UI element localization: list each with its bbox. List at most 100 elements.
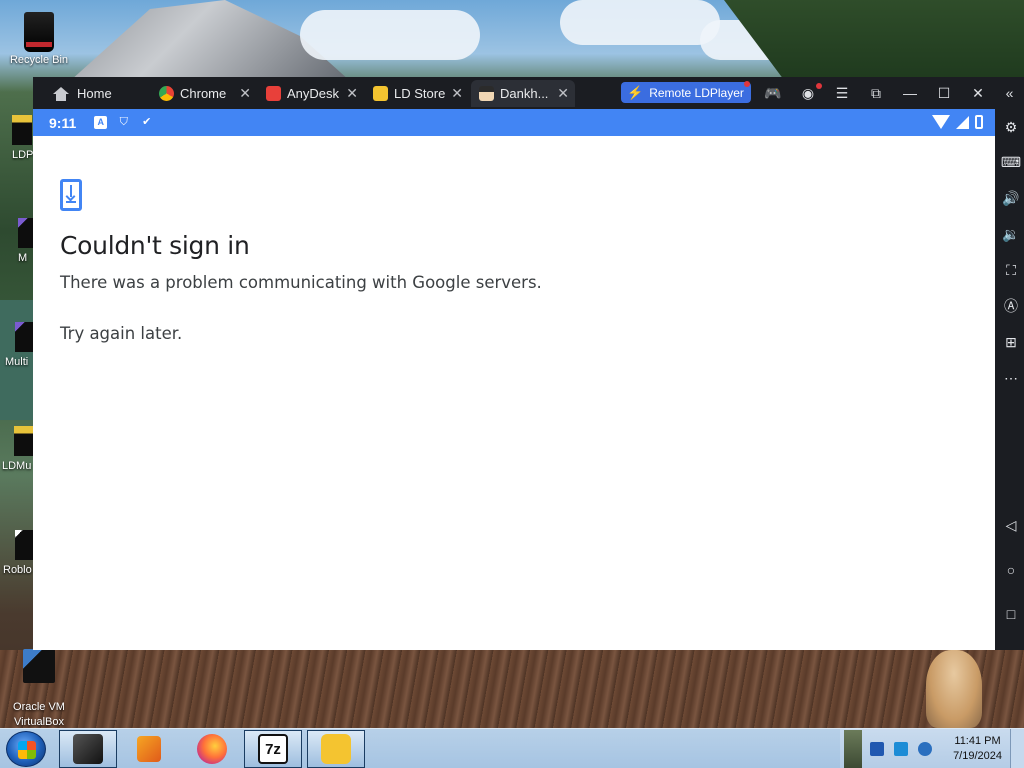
maximize-icon[interactable]: ☐ bbox=[933, 83, 955, 103]
volume-up-icon[interactable]: 🔊 bbox=[1001, 188, 1021, 208]
signal-icon bbox=[956, 115, 969, 129]
close-icon[interactable]: ✕ bbox=[557, 85, 569, 102]
tab-ld-store[interactable]: LD Store ✕ bbox=[365, 80, 469, 107]
tab-home[interactable]: Home bbox=[45, 80, 145, 107]
tray-overflow-icon[interactable] bbox=[844, 730, 862, 768]
sign-in-error: Couldn't sign in There was a problem com… bbox=[60, 179, 542, 343]
add-apk-icon[interactable]: ⊞ bbox=[1001, 332, 1021, 352]
volume-icon[interactable] bbox=[918, 742, 932, 756]
desktop-icon-label: Recycle Bin bbox=[9, 54, 69, 66]
ldplayer-sidebar: ⚙ ⌨ 🔊 🔉 ⛶ Ⓐ ⊞ ⋯ ◁ ○ □ bbox=[995, 109, 1024, 650]
cloud-decoration bbox=[300, 10, 480, 60]
doge-sticker bbox=[926, 650, 982, 728]
recents-icon[interactable]: □ bbox=[1001, 604, 1021, 624]
keyboard-icon[interactable]: ⌨ bbox=[1001, 152, 1021, 172]
7zip-icon: 7z bbox=[258, 734, 288, 764]
desktop-icon-label: Roblo bbox=[3, 564, 32, 576]
close-icon[interactable]: ✕ bbox=[239, 85, 251, 102]
chrome-icon bbox=[159, 86, 174, 101]
wood-deck-decoration bbox=[0, 650, 1024, 730]
windows-taskbar: 7z 11:41 PM 7/19/2024 bbox=[0, 728, 1024, 768]
clock-time: 11:41 PM bbox=[954, 735, 1001, 747]
desktop-icon-ldmu[interactable]: LDMu bbox=[2, 426, 34, 472]
gamepad-icon bbox=[373, 86, 388, 101]
taskbar-media-player[interactable] bbox=[120, 730, 178, 768]
macro-icon[interactable]: Ⓐ bbox=[1001, 296, 1021, 316]
desktop-icon-roblox[interactable]: Roblo bbox=[3, 530, 35, 576]
media-player-icon bbox=[137, 736, 161, 762]
shield-icon: ⛉ bbox=[119, 116, 128, 128]
roblox-icon bbox=[15, 530, 35, 560]
taskbar-ldplayer-store[interactable] bbox=[307, 730, 365, 768]
battery-icon bbox=[975, 115, 983, 129]
start-button[interactable] bbox=[6, 731, 46, 767]
recycle-bin-icon bbox=[24, 12, 54, 52]
remote-ldplayer-label: Remote LDPlayer bbox=[649, 85, 744, 100]
firefox-icon bbox=[197, 734, 227, 764]
tray-app-icon[interactable] bbox=[870, 742, 884, 756]
status-time: 9:11 bbox=[49, 114, 77, 131]
ldplayer-icon bbox=[12, 115, 32, 145]
tab-label: Chrome bbox=[180, 86, 227, 101]
notification-dot bbox=[744, 81, 750, 87]
close-icon[interactable]: ✕ bbox=[346, 85, 358, 102]
menu-icon[interactable]: ☰ bbox=[831, 83, 853, 103]
show-desktop-button[interactable] bbox=[1010, 729, 1024, 768]
desktop-icon-ldp[interactable]: LDP bbox=[12, 115, 33, 161]
gamepad-icon[interactable]: 🎮 bbox=[762, 83, 784, 103]
screenshot-icon[interactable]: ⛶ bbox=[1001, 260, 1021, 280]
close-icon[interactable]: ✕ bbox=[967, 83, 989, 103]
multi-instance-icon bbox=[15, 322, 35, 352]
error-message: There was a problem communicating with G… bbox=[60, 273, 542, 292]
home-circle-icon[interactable]: ○ bbox=[1001, 560, 1021, 580]
home-icon bbox=[53, 86, 69, 101]
ldplayer-logo-icon bbox=[321, 734, 351, 764]
minimize-icon[interactable]: — bbox=[899, 83, 921, 103]
taskbar-clock[interactable]: 11:41 PM 7/19/2024 bbox=[953, 734, 1002, 764]
desktop-icon-label: Multi bbox=[5, 356, 29, 368]
tab-anydesk[interactable]: AnyDesk ✕ bbox=[258, 80, 364, 107]
collapse-sidebar-button[interactable]: « bbox=[995, 77, 1024, 109]
clock-date: 7/19/2024 bbox=[953, 750, 1002, 762]
network-icon[interactable] bbox=[894, 742, 908, 756]
phone-download-icon bbox=[60, 179, 82, 211]
desktop-icon-label: M bbox=[18, 252, 28, 264]
settings-icon[interactable]: ⚙ bbox=[1001, 117, 1021, 137]
forest-decoration bbox=[724, 0, 1024, 80]
android-status-bar: 9:11 A ⛉ ✔ bbox=[33, 109, 995, 136]
anydesk-icon bbox=[266, 86, 281, 101]
bolt-icon: ⚡ bbox=[627, 84, 644, 100]
desktop-icon-recycle-bin[interactable]: Recycle Bin bbox=[0, 6, 78, 66]
wifi-icon bbox=[932, 115, 950, 129]
error-hint: Try again later. bbox=[60, 324, 183, 343]
tab-label: Dankh... bbox=[500, 86, 549, 101]
tab-label: Home bbox=[77, 86, 112, 101]
taskbar-firefox[interactable] bbox=[183, 730, 241, 768]
desktop-icon-multi[interactable]: Multi bbox=[5, 322, 35, 368]
tab-dankh[interactable]: Dankh... ✕ bbox=[471, 80, 575, 107]
volume-down-icon[interactable]: 🔉 bbox=[1001, 224, 1021, 244]
desktop-icon-label: LDP bbox=[12, 149, 34, 161]
virtualbox-icon bbox=[23, 649, 55, 683]
window-titlebar: Home Chrome ✕ AnyDesk ✕ LD Store ✕ Dankh… bbox=[33, 77, 995, 109]
a-notification-icon: A bbox=[94, 116, 108, 129]
notification-dot bbox=[816, 83, 822, 89]
tab-chrome[interactable]: Chrome ✕ bbox=[151, 80, 257, 107]
remote-ldplayer-button[interactable]: ⚡ Remote LDPlayer bbox=[621, 82, 751, 103]
more-icon[interactable]: ⋯ bbox=[1001, 368, 1021, 388]
windows-logo-icon bbox=[18, 741, 36, 759]
popout-icon[interactable]: ⧉ bbox=[865, 83, 887, 103]
back-icon[interactable]: ◁ bbox=[1001, 515, 1021, 535]
taskbar-7zip[interactable]: 7z bbox=[244, 730, 302, 768]
ldmultiplayer-icon bbox=[14, 426, 34, 456]
cloud-decoration bbox=[560, 0, 720, 45]
ldplayer-window: Home Chrome ✕ AnyDesk ✕ LD Store ✕ Dankh… bbox=[33, 77, 995, 650]
tab-label: AnyDesk bbox=[287, 86, 340, 101]
desktop-icon-label: Oracle VM VirtualBox bbox=[13, 701, 65, 728]
taskbar-ldplayer[interactable] bbox=[59, 730, 117, 768]
android-screen: 9:11 A ⛉ ✔ Couldn't sign in There was a … bbox=[33, 109, 995, 650]
close-icon[interactable]: ✕ bbox=[451, 85, 463, 102]
app-avatar-icon bbox=[479, 86, 494, 101]
tab-label: LD Store bbox=[394, 86, 446, 101]
checkmark-icon: ✔ bbox=[142, 116, 152, 128]
